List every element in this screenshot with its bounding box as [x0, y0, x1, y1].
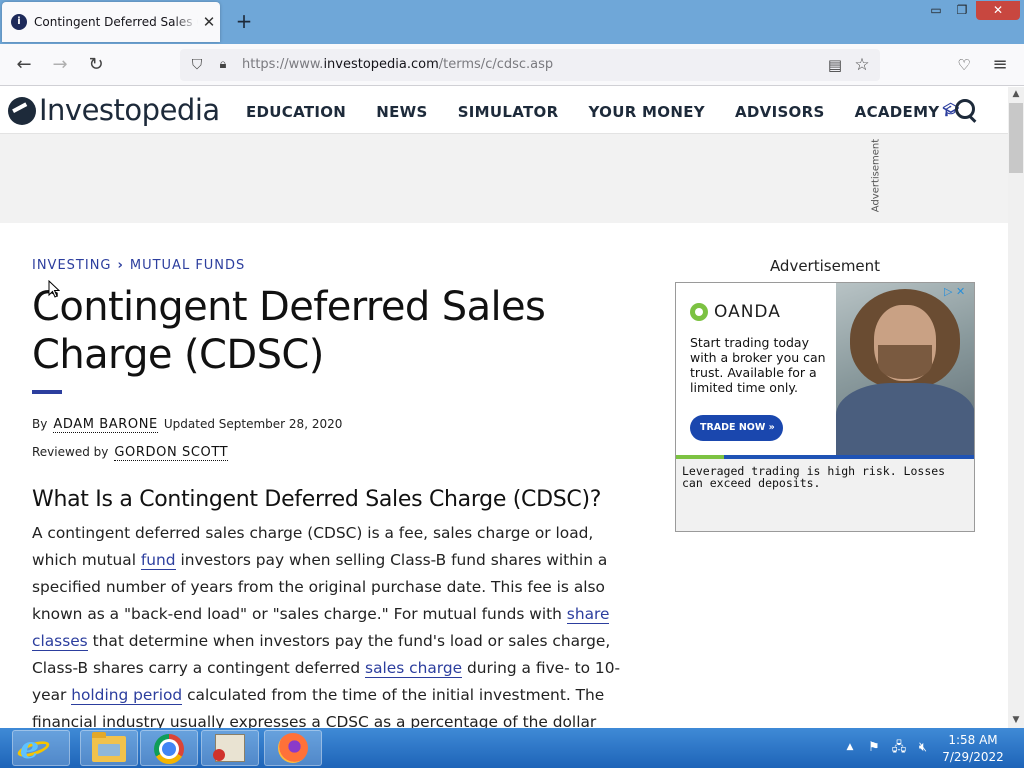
network-icon[interactable]: 🖧︎	[891, 740, 907, 756]
volume-muted-icon[interactable]: 🔇︎	[915, 740, 931, 756]
hamburger-menu-icon[interactable]: ≡	[987, 52, 1013, 78]
file-explorer-folder-icon	[92, 732, 126, 762]
investopedia-favicon-icon: i	[11, 14, 27, 30]
page-title: Contingent Deferred Sales Charge (CDSC)	[32, 284, 546, 378]
chrome-icon	[154, 734, 184, 764]
browser-tab-active[interactable]: i Contingent Deferred Sales Charge ✕	[2, 2, 220, 42]
bookmark-star-icon[interactable]: ☆	[852, 53, 872, 77]
reviewer-link[interactable]: GORDON SCOTT	[114, 445, 229, 461]
nav-academy[interactable]: ACADEMY 🎓︎	[855, 103, 960, 121]
investopedia-logo-mark-icon	[8, 97, 36, 125]
link-fund[interactable]: fund	[140, 551, 176, 570]
breadcrumb-mutual-funds[interactable]: MUTUAL FUNDS	[130, 258, 245, 273]
tray-overflow-arrow-icon[interactable]: ▲	[845, 742, 855, 754]
nav-your-money[interactable]: YOUR MONEY	[589, 103, 705, 121]
article-paragraph: A contingent deferred sales charge (CDSC…	[32, 520, 632, 728]
sidebar-ad-label: Advertisement	[769, 257, 881, 275]
url-prefix: https://www.	[242, 57, 324, 72]
mouse-cursor-icon	[48, 280, 60, 298]
nav-academy-label: ACADEMY	[854, 103, 940, 121]
action-center-flag-icon[interactable]: ⚑	[866, 740, 882, 756]
title-underline-rule	[32, 390, 62, 394]
site-header: Investopedia EDUCATION NEWS SIMULATOR YO…	[0, 87, 1008, 134]
chevron-right-icon: ›	[117, 258, 124, 273]
tab-close-icon[interactable]: ✕	[201, 12, 217, 32]
tracking-protection-shield-icon[interactable]: ⛉	[188, 53, 206, 77]
window-close-button[interactable]: ✕	[976, 1, 1020, 20]
url-path: /terms/c/cdsc.asp	[438, 57, 554, 72]
sidebar-ad[interactable]: OANDA Start trading today with a broker …	[675, 282, 975, 532]
oanda-brand: OANDA	[714, 301, 781, 322]
investopedia-logo[interactable]: Investopedia	[8, 93, 220, 129]
section-heading: What Is a Contingent Deferred Sales Char…	[32, 487, 602, 512]
url-text[interactable]: https://www.investopedia.com/terms/c/cds…	[242, 57, 553, 72]
reviewed-label: Reviewed by	[32, 445, 109, 459]
byline: By ADAM BARONE Updated September 28, 2020	[32, 417, 342, 433]
breadcrumb-investing[interactable]: INVESTING	[32, 258, 112, 273]
breadcrumb: INVESTING › MUTUAL FUNDS	[32, 258, 245, 273]
url-host: investopedia.com	[323, 57, 439, 72]
clock-date[interactable]: 7/29/2022	[940, 750, 1006, 764]
top-ad-banner: Advertisement	[0, 134, 1008, 223]
page-scrollbar[interactable]: ▲ ▼	[1008, 87, 1024, 728]
trade-now-label: TRADE NOW	[700, 422, 766, 433]
firefox-icon	[278, 733, 308, 763]
pocket-icon[interactable]: ♡	[951, 52, 977, 78]
author-link[interactable]: ADAM BARONE	[53, 417, 158, 433]
ad-copy: Start trading today with a broker you ca…	[690, 335, 826, 395]
window-restore-button[interactable]: ❐	[950, 1, 974, 20]
logo-text: Investopedia	[39, 93, 220, 127]
photo-beard	[878, 345, 932, 379]
clock-time[interactable]: 1:58 AM	[940, 733, 1006, 747]
link-sales-charge[interactable]: sales charge	[365, 659, 463, 678]
top-ad-label-wrap: Advertisement	[870, 137, 884, 217]
screen: i Contingent Deferred Sales Charge ✕ + ▭…	[0, 0, 1024, 768]
lock-icon[interactable]: 🔒︎	[214, 53, 232, 77]
oanda-logo-mark-icon	[690, 302, 708, 321]
forward-arrow-icon[interactable]: →	[47, 52, 73, 78]
address-bar[interactable]: ⛉ 🔒︎ https://www.investopedia.com/terms/…	[180, 49, 880, 81]
top-ad-label: Advertisement	[870, 138, 882, 213]
trade-now-button[interactable]: TRADE NOW »	[690, 415, 783, 441]
photo-shirt	[836, 383, 974, 455]
browser-tab-bar: i Contingent Deferred Sales Charge ✕ + ▭…	[0, 0, 1024, 44]
reader-view-icon[interactable]: ▤	[825, 53, 845, 77]
window-minimize-button[interactable]: ▭	[924, 1, 948, 20]
scroll-up-arrow-icon[interactable]: ▲	[1008, 87, 1024, 101]
scroll-down-arrow-icon[interactable]: ▼	[1008, 713, 1024, 727]
reviewed-by-line: Reviewed by GORDON SCOTT	[32, 445, 234, 461]
certificate-app-icon	[213, 734, 245, 762]
new-tab-button[interactable]: +	[233, 9, 255, 33]
nav-simulator[interactable]: SIMULATOR	[458, 103, 559, 121]
internet-explorer-icon: e	[15, 731, 52, 766]
back-arrow-icon[interactable]: ←	[11, 52, 37, 78]
nav-advisors[interactable]: ADVISORS	[735, 103, 825, 121]
scrollbar-thumb[interactable]	[1009, 103, 1023, 173]
reload-icon[interactable]: ↻	[83, 52, 109, 78]
ie-letter: e	[20, 731, 40, 766]
nav-news[interactable]: NEWS	[376, 103, 427, 121]
nav-education[interactable]: EDUCATION	[246, 103, 346, 121]
browser-toolbar: ← → ↻ ⛉ 🔒︎ https://www.investopedia.com/…	[0, 44, 1024, 86]
main-nav: EDUCATION NEWS SIMULATOR YOUR MONEY ADVI…	[246, 102, 984, 122]
search-icon[interactable]	[952, 97, 980, 125]
page-viewport: Investopedia EDUCATION NEWS SIMULATOR YO…	[0, 87, 1008, 728]
by-label: By	[32, 417, 48, 431]
updated-date: Updated September 28, 2020	[163, 417, 343, 431]
ad-choices-icon[interactable]: ▷ ✕	[944, 285, 972, 298]
ad-risk-disclaimer: Leveraged trading is high risk. Losses c…	[676, 459, 974, 531]
windows-taskbar: e ▲ ⚑ 🖧︎ 🔇︎ 1:58 AM 7/29/2022	[0, 728, 1024, 768]
tab-title: Contingent Deferred Sales Charge	[34, 15, 198, 29]
link-holding-period[interactable]: holding period	[71, 686, 183, 705]
ad-photo-man	[836, 283, 974, 455]
double-chevron-right-icon: »	[768, 422, 775, 433]
oanda-logo: OANDA	[690, 301, 781, 322]
